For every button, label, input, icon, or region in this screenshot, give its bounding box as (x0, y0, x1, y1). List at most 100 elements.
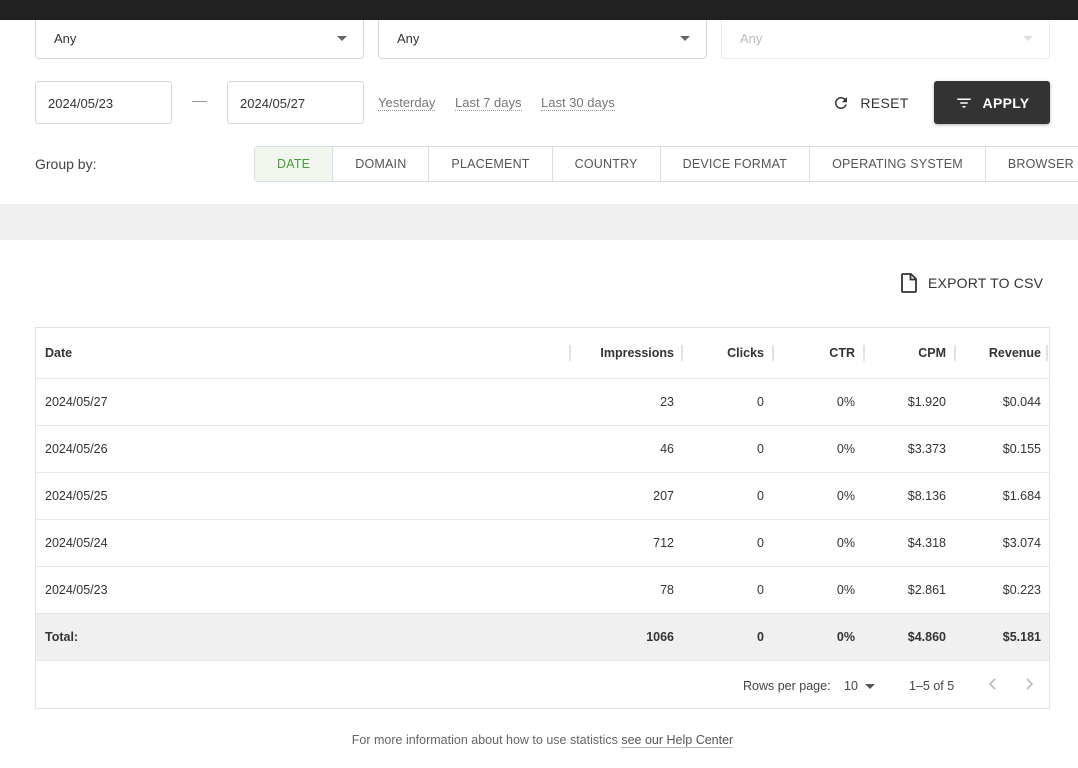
column-resize-handle[interactable] (569, 345, 571, 361)
cell-date: 2024/05/23 (45, 583, 108, 597)
cell-revenue: $0.044 (1002, 395, 1041, 409)
column-resize-handle[interactable] (1046, 345, 1048, 361)
table-total-row: Total: 1066 0 0% $4.860 $5.181 (36, 614, 1049, 661)
table-row: 2024/05/27 23 0 0% $1.920 $0.044 (36, 379, 1049, 426)
stats-table: Date Impressions Clicks CTR CPM Revenue … (35, 327, 1050, 709)
filter-select-1-value: Any (54, 31, 77, 46)
cell-revenue: $3.074 (1002, 536, 1041, 550)
column-header-date[interactable]: Date (45, 328, 72, 378)
table-header-row: Date Impressions Clicks CTR CPM Revenue (36, 328, 1049, 379)
column-header-impressions[interactable]: Impressions (600, 328, 674, 378)
top-bar (0, 0, 1078, 20)
file-icon (901, 273, 917, 293)
cell-cpm: $4.318 (907, 536, 946, 550)
quick-range-last-7-days[interactable]: Last 7 days (455, 96, 522, 111)
tab-country[interactable]: COUNTRY (553, 147, 661, 181)
total-clicks: 0 (757, 630, 764, 644)
cell-ctr: 0% (836, 442, 855, 456)
reset-button-label: RESET (860, 94, 909, 111)
total-label: Total: (45, 630, 79, 644)
cell-impressions: 23 (660, 395, 674, 409)
cell-clicks: 0 (757, 583, 764, 597)
column-resize-handle[interactable] (772, 345, 774, 361)
caret-down-icon (680, 36, 690, 41)
caret-down-icon (1023, 36, 1033, 41)
export-csv-button[interactable]: EXPORT TO CSV (900, 271, 1043, 295)
cell-impressions: 207 (653, 489, 674, 503)
cell-ctr: 0% (836, 489, 855, 503)
cell-date: 2024/05/25 (45, 489, 108, 503)
caret-down-icon (337, 36, 347, 41)
table-row: 2024/05/24 712 0 0% $4.318 $3.074 (36, 520, 1049, 567)
tab-device-format[interactable]: DEVICE FORMAT (661, 147, 811, 181)
total-cpm: $4.860 (907, 630, 946, 644)
help-center-link[interactable]: see our Help Center (621, 733, 734, 748)
date-from-input[interactable]: 2024/05/23 (35, 81, 172, 124)
table-row: 2024/05/26 46 0 0% $3.373 $0.155 (36, 426, 1049, 473)
cell-impressions: 78 (660, 583, 674, 597)
chevron-right-icon[interactable] (1021, 676, 1037, 692)
help-text-body: For more information about how to use st… (351, 733, 622, 747)
cell-revenue: $1.684 (1002, 489, 1041, 503)
cell-date: 2024/05/24 (45, 536, 108, 550)
table-row: 2024/05/23 78 0 0% $2.861 $0.223 (36, 567, 1049, 614)
cell-impressions: 712 (653, 536, 674, 550)
section-divider (0, 204, 1078, 240)
column-resize-handle[interactable] (954, 345, 956, 361)
cell-cpm: $1.920 (907, 395, 946, 409)
cell-ctr: 0% (836, 536, 855, 550)
filter-select-3-value: Any (740, 31, 763, 46)
tab-operating-system[interactable]: OPERATING SYSTEM (810, 147, 986, 181)
help-text: For more information about how to use st… (0, 733, 1078, 748)
cell-clicks: 0 (757, 489, 764, 503)
cell-clicks: 0 (757, 536, 764, 550)
table-pagination: Rows per page: 10 1–5 of 5 (36, 662, 1049, 709)
caret-down-icon[interactable] (865, 684, 875, 689)
tab-domain[interactable]: DOMAIN (333, 147, 430, 181)
export-csv-label: EXPORT TO CSV (928, 275, 1044, 291)
rows-per-page-label: Rows per page: (743, 679, 831, 693)
total-impressions: 1066 (646, 630, 674, 644)
filter-select-2-value: Any (397, 31, 420, 46)
refresh-icon (835, 96, 848, 109)
cell-cpm: $3.373 (907, 442, 946, 456)
apply-button[interactable]: APPLY (934, 81, 1050, 124)
cell-ctr: 0% (836, 583, 855, 597)
filter-select-3: Any (721, 20, 1050, 59)
filter-select-1[interactable]: Any (35, 20, 364, 59)
cell-impressions: 46 (660, 442, 674, 456)
table-row: 2024/05/25 207 0 0% $8.136 $1.684 (36, 473, 1049, 520)
rows-per-page-select[interactable]: 10 (844, 679, 858, 693)
column-header-revenue[interactable]: Revenue (989, 328, 1041, 378)
total-ctr: 0% (836, 630, 855, 644)
cell-clicks: 0 (757, 442, 764, 456)
cell-ctr: 0% (836, 395, 855, 409)
tab-browser[interactable]: BROWSER (986, 147, 1078, 181)
group-by-tabs: DATE DOMAIN PLACEMENT COUNTRY DEVICE FOR… (254, 146, 1078, 182)
column-header-ctr[interactable]: CTR (829, 328, 855, 378)
cell-cpm: $8.136 (907, 489, 946, 503)
tab-date[interactable]: DATE (255, 147, 334, 181)
column-resize-handle[interactable] (681, 345, 683, 361)
cell-date: 2024/05/27 (45, 395, 108, 409)
chevron-left-icon[interactable] (985, 676, 1001, 692)
column-resize-handle[interactable] (863, 345, 865, 361)
cell-revenue: $0.223 (1002, 583, 1041, 597)
cell-revenue: $0.155 (1002, 442, 1041, 456)
filter-icon (956, 98, 971, 107)
reset-button[interactable]: RESET (823, 81, 918, 124)
date-range-separator (192, 101, 207, 102)
group-by-label: Group by: (35, 156, 97, 172)
total-revenue: $5.181 (1002, 630, 1041, 644)
cell-clicks: 0 (757, 395, 764, 409)
apply-button-label: APPLY (982, 94, 1030, 111)
cell-cpm: $2.861 (907, 583, 946, 597)
quick-range-last-30-days[interactable]: Last 30 days (541, 96, 615, 111)
date-to-input[interactable]: 2024/05/27 (227, 81, 364, 124)
pagination-range: 1–5 of 5 (909, 679, 955, 693)
column-header-cpm[interactable]: CPM (918, 328, 946, 378)
quick-range-yesterday[interactable]: Yesterday (378, 96, 436, 111)
tab-placement[interactable]: PLACEMENT (429, 147, 553, 181)
column-header-clicks[interactable]: Clicks (727, 328, 764, 378)
filter-select-2[interactable]: Any (378, 20, 707, 59)
